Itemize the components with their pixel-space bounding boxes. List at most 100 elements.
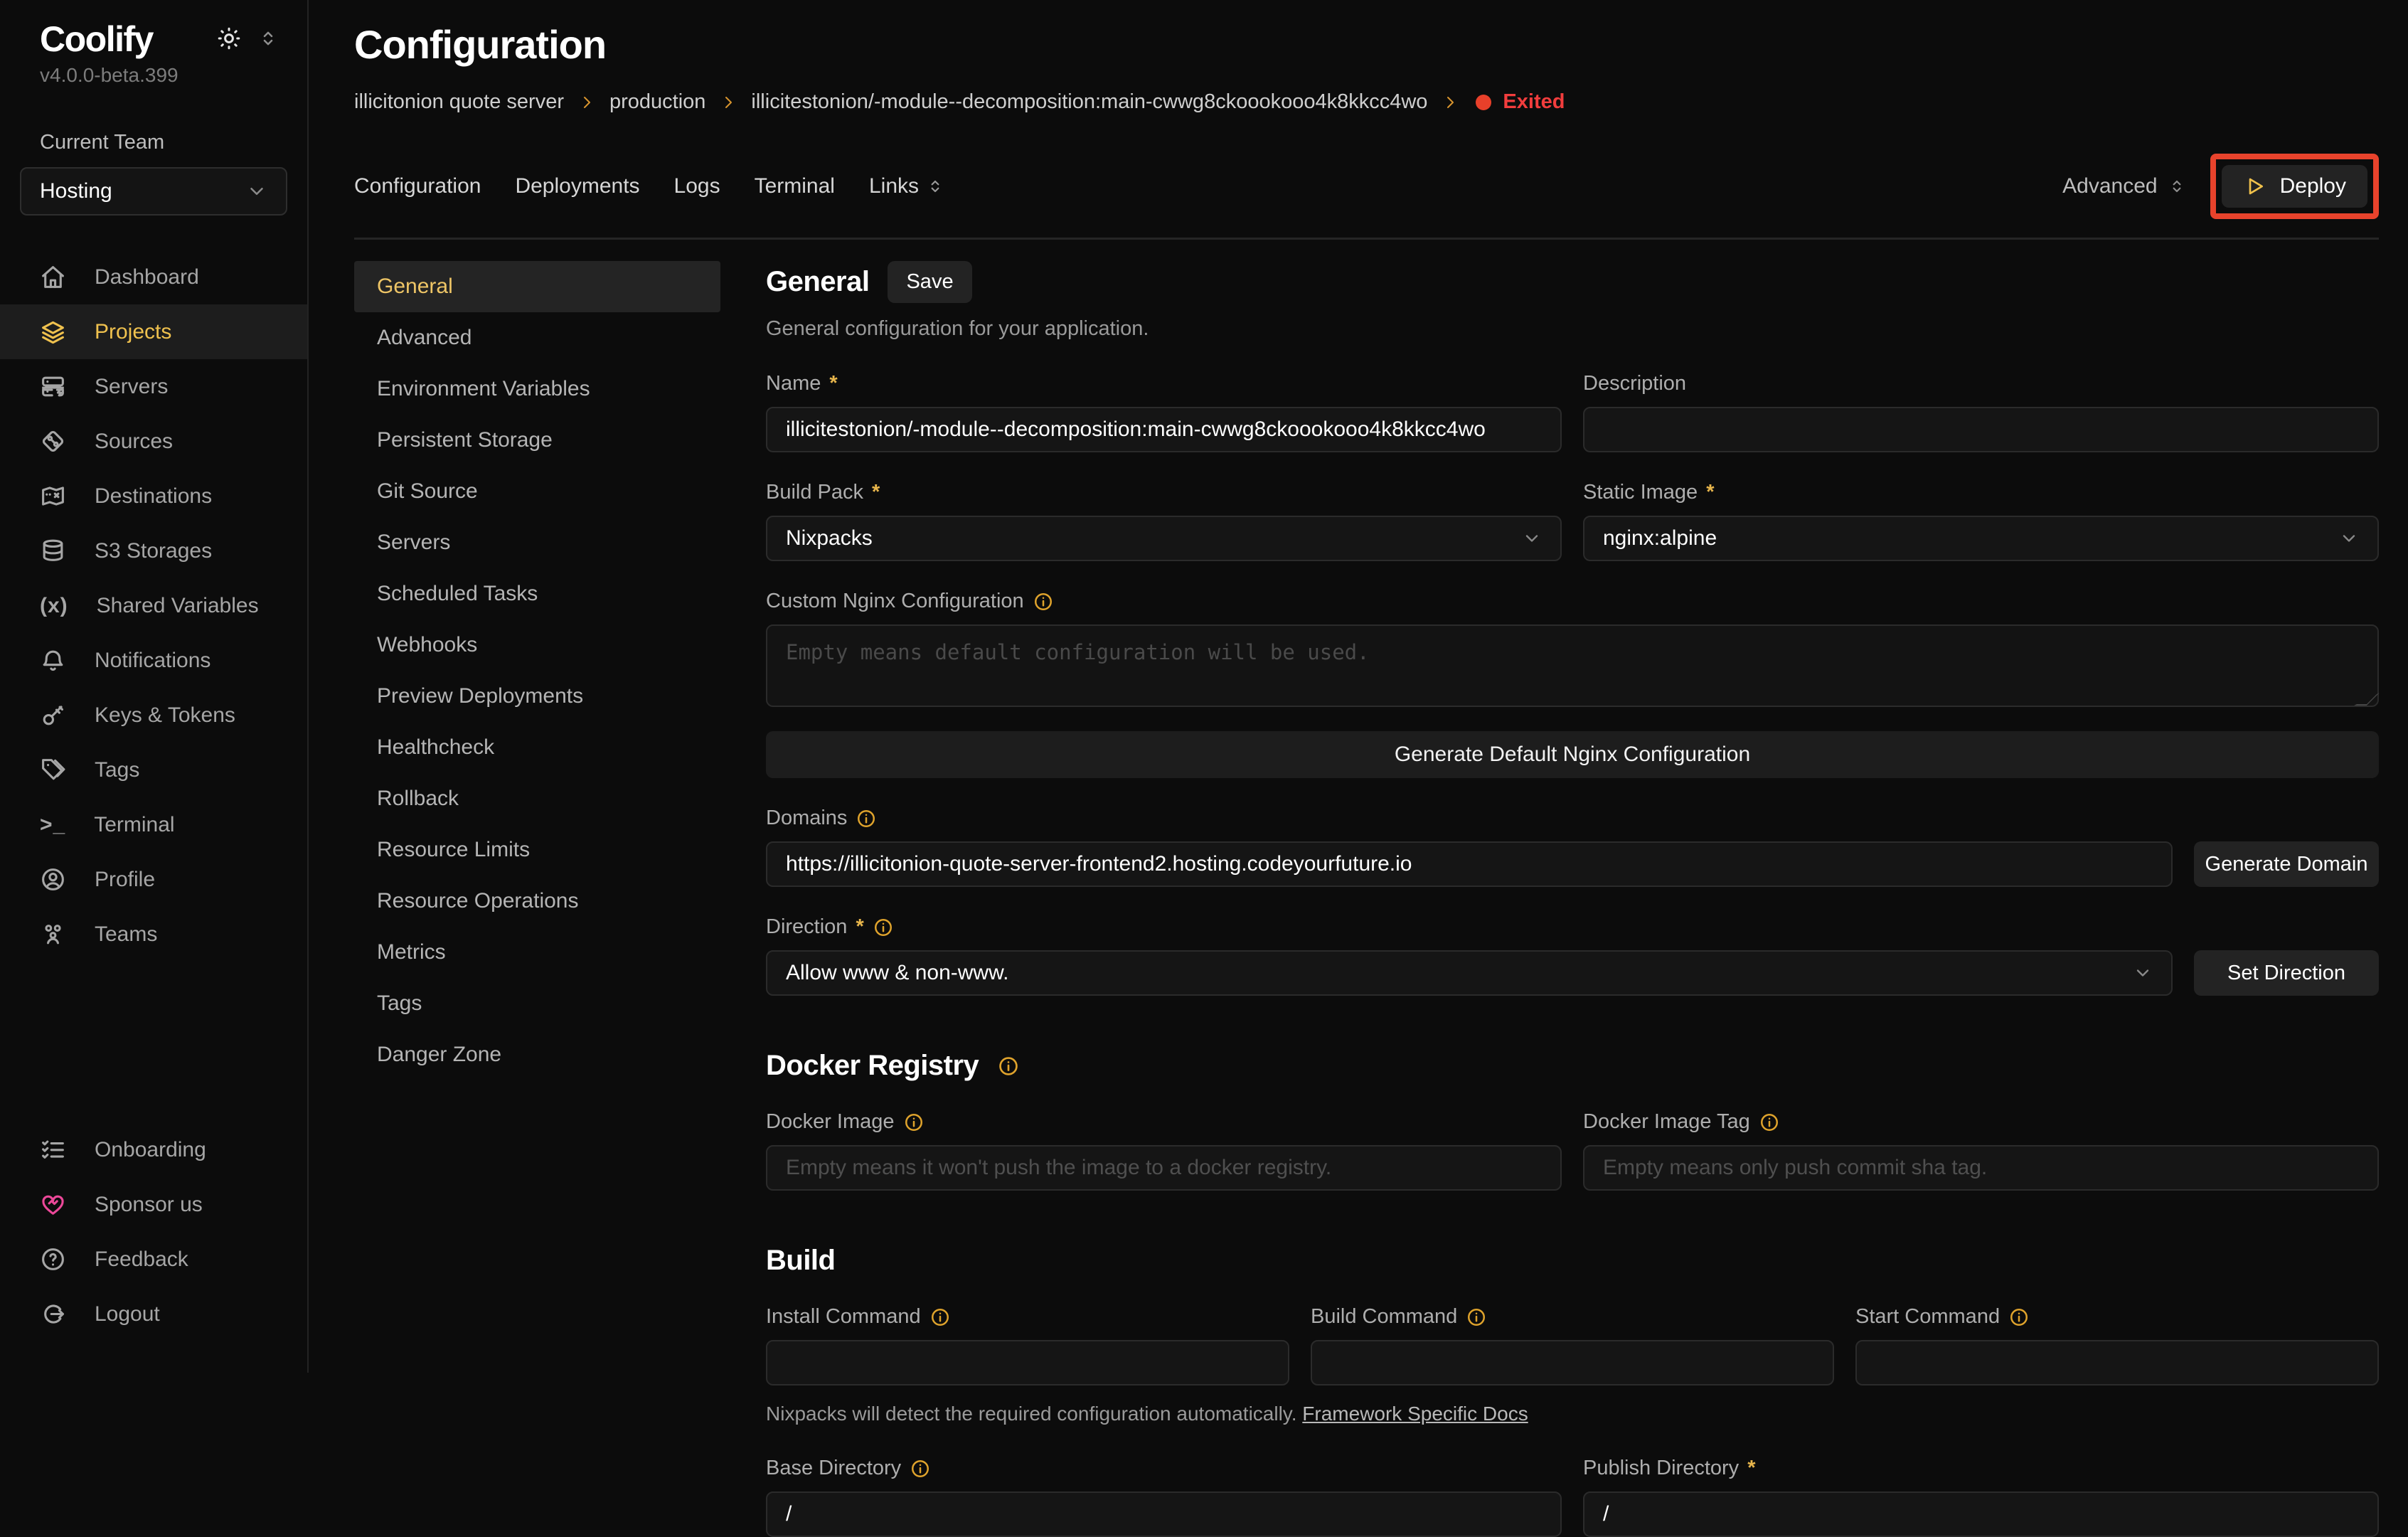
direction-select[interactable]: Allow www & non-www. [766, 950, 2173, 996]
app-logo: Coolify [40, 18, 153, 60]
configuration-content: General Advanced Environment Variables P… [354, 261, 2379, 1373]
tab-configuration[interactable]: Configuration [354, 174, 481, 198]
page-title: Configuration [354, 21, 2379, 68]
tab-terminal[interactable]: Terminal [755, 174, 835, 198]
generate-nginx-button[interactable]: Generate Default Nginx Configuration [766, 731, 2379, 778]
sidebar-item-profile[interactable]: Profile [0, 852, 307, 907]
unfold-icon [926, 177, 944, 196]
info-icon[interactable] [910, 1458, 931, 1479]
tab-bar: Configuration Deployments Logs Terminal … [354, 154, 2379, 240]
subnav-item-tags[interactable]: Tags [354, 978, 720, 1029]
subnav-item-resource-operations[interactable]: Resource Operations [354, 876, 720, 927]
breadcrumb-application[interactable]: illicitestonion/-module--decomposition:m… [751, 90, 1427, 114]
subnav-item-rollback[interactable]: Rollback [354, 773, 720, 824]
subnav-item-preview-deployments[interactable]: Preview Deployments [354, 671, 720, 722]
sidebar-item-logout[interactable]: Logout [0, 1287, 307, 1341]
static-image-select[interactable]: nginx:alpine [1583, 516, 2379, 561]
sidebar-footer-nav: Onboarding Sponsor us Feedback Logout [0, 1122, 307, 1341]
sidebar-item-s3-storages[interactable]: S3 Storages [0, 523, 307, 578]
theme-toggle-sun-icon[interactable] [216, 26, 242, 51]
required-marker: * [1706, 481, 1714, 504]
direction-label: Direction [766, 915, 847, 939]
info-icon[interactable] [856, 808, 877, 829]
description-input[interactable] [1583, 407, 2379, 452]
sidebar-item-feedback[interactable]: Feedback [0, 1232, 307, 1287]
custom-nginx-textarea[interactable] [766, 624, 2379, 707]
general-subtitle: General configuration for your applicati… [766, 317, 2379, 341]
info-icon[interactable] [2008, 1307, 2030, 1328]
chevron-down-icon [246, 181, 267, 202]
heart-icon [40, 1191, 66, 1218]
sidebar-item-projects[interactable]: Projects [0, 304, 307, 359]
build-command-field: Build Command [1311, 1305, 1834, 1386]
subnav-item-persistent-storage[interactable]: Persistent Storage [354, 415, 720, 466]
sidebar-item-teams[interactable]: Teams [0, 907, 307, 962]
sidebar-item-tags[interactable]: Tags [0, 743, 307, 797]
sidebar-item-destinations[interactable]: Destinations [0, 469, 307, 523]
subnav-item-servers[interactable]: Servers [354, 517, 720, 568]
sidebar-item-servers[interactable]: Servers [0, 359, 307, 414]
advanced-menu-button[interactable]: Advanced [2062, 174, 2185, 198]
start-command-input[interactable] [1855, 1340, 2379, 1386]
info-icon[interactable] [1466, 1307, 1487, 1328]
sidebar-item-shared-variables[interactable]: (x) Shared Variables [0, 578, 307, 633]
subnav-item-healthcheck[interactable]: Healthcheck [354, 722, 720, 773]
info-icon[interactable] [903, 1112, 925, 1133]
subnav-item-scheduled-tasks[interactable]: Scheduled Tasks [354, 568, 720, 619]
publish-directory-input[interactable] [1583, 1491, 2379, 1537]
domains-input[interactable] [766, 841, 2173, 887]
framework-docs-link[interactable]: Framework Specific Docs [1302, 1403, 1528, 1425]
publish-directory-label: Publish Directory [1583, 1457, 1739, 1480]
info-icon[interactable] [873, 917, 894, 938]
subnav-item-environment-variables[interactable]: Environment Variables [354, 363, 720, 415]
save-button[interactable]: Save [888, 261, 971, 303]
sidebar-item-sponsor[interactable]: Sponsor us [0, 1177, 307, 1232]
sidebar-item-onboarding[interactable]: Onboarding [0, 1122, 307, 1177]
user-circle-icon [40, 866, 66, 893]
tab-logs[interactable]: Logs [674, 174, 720, 198]
subnav-item-git-source[interactable]: Git Source [354, 466, 720, 517]
sidebar-item-keys-tokens[interactable]: Keys & Tokens [0, 688, 307, 743]
subnav-item-advanced[interactable]: Advanced [354, 312, 720, 363]
info-icon[interactable] [1033, 591, 1054, 612]
docker-image-label: Docker Image [766, 1110, 895, 1134]
subnav-item-metrics[interactable]: Metrics [354, 927, 720, 978]
docker-image-tag-input[interactable] [1583, 1145, 2379, 1191]
set-direction-button[interactable]: Set Direction [2194, 950, 2379, 996]
team-select[interactable]: Hosting [20, 167, 287, 216]
install-command-input[interactable] [766, 1340, 1289, 1386]
theme-switcher-icon[interactable] [257, 28, 279, 49]
sidebar-nav: Dashboard Projects Servers Sources Desti… [0, 250, 307, 962]
required-marker: * [829, 372, 837, 395]
tab-deployments[interactable]: Deployments [515, 174, 639, 198]
breadcrumb-project[interactable]: illicitonion quote server [354, 90, 564, 114]
info-icon[interactable] [1759, 1112, 1780, 1133]
sidebar-item-dashboard[interactable]: Dashboard [0, 250, 307, 304]
build-pack-select[interactable]: Nixpacks [766, 516, 1562, 561]
subnav-item-general[interactable]: General [354, 261, 720, 312]
subnav-item-danger-zone[interactable]: Danger Zone [354, 1029, 720, 1080]
home-icon [40, 264, 66, 290]
base-directory-input[interactable] [766, 1491, 1562, 1537]
info-icon[interactable] [997, 1055, 1020, 1078]
docker-image-input[interactable] [766, 1145, 1562, 1191]
tab-links[interactable]: Links [869, 174, 944, 198]
static-image-label: Static Image [1583, 481, 1698, 504]
build-command-input[interactable] [1311, 1340, 1834, 1386]
list-checks-icon [40, 1137, 66, 1163]
info-icon[interactable] [929, 1307, 951, 1328]
deploy-button[interactable]: Deploy [2222, 165, 2367, 208]
sidebar-item-terminal[interactable]: >_ Terminal [0, 797, 307, 852]
status-text: Exited [1503, 90, 1565, 114]
breadcrumb-environment[interactable]: production [609, 90, 705, 114]
sidebar-item-notifications[interactable]: Notifications [0, 633, 307, 688]
subnav-item-resource-limits[interactable]: Resource Limits [354, 824, 720, 876]
sidebar-item-sources[interactable]: Sources [0, 414, 307, 469]
play-icon [2243, 175, 2266, 198]
name-input[interactable] [766, 407, 1562, 452]
install-command-field: Install Command [766, 1305, 1289, 1386]
custom-nginx-field: Custom Nginx Configuration Generate Defa… [766, 590, 2379, 778]
direction-field: Direction * Allow www & non-www. [766, 915, 2173, 996]
generate-domain-button[interactable]: Generate Domain [2194, 841, 2379, 887]
subnav-item-webhooks[interactable]: Webhooks [354, 619, 720, 671]
